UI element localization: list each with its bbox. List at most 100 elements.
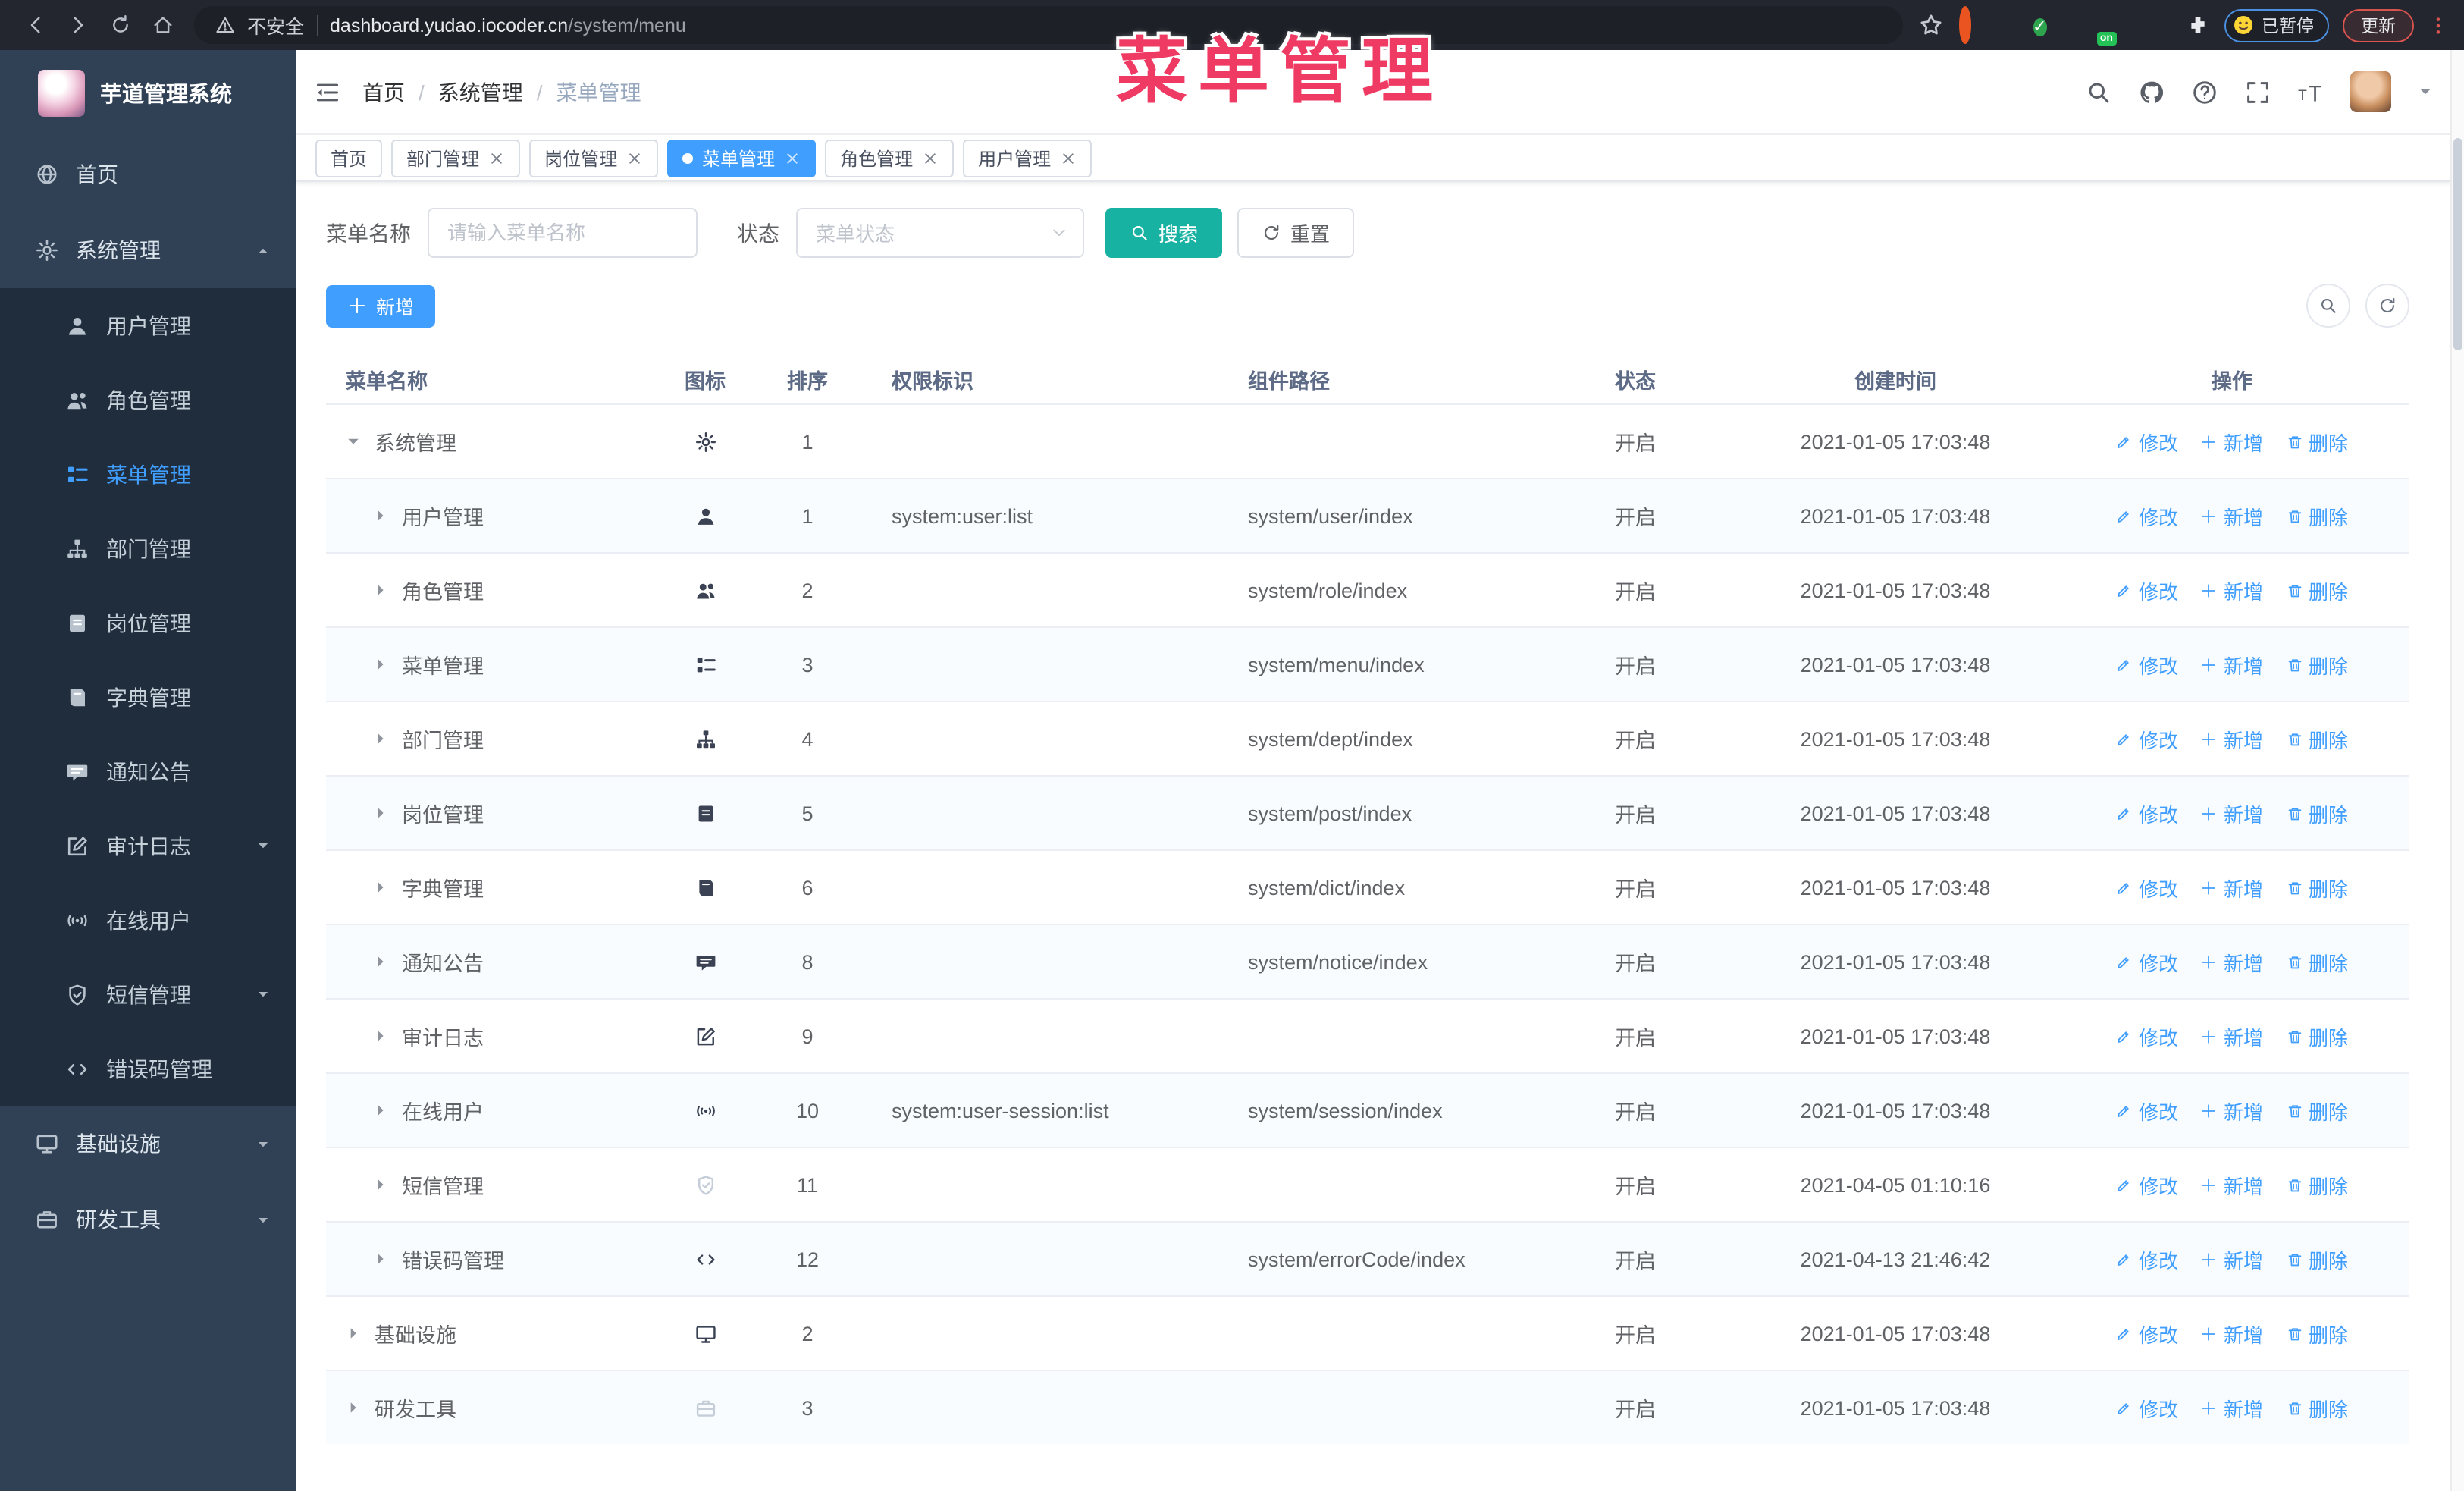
sidebar-item[interactable]: 部门管理	[0, 511, 296, 585]
close-icon[interactable]	[626, 149, 643, 166]
sidebar-item[interactable]: 基础设施	[0, 1106, 296, 1182]
edit-link[interactable]: 修改	[2116, 947, 2178, 976]
user-menu-caret-icon[interactable]	[2417, 83, 2434, 100]
add-child-link[interactable]: 新增	[2201, 1319, 2263, 1348]
delete-link[interactable]: 删除	[2286, 650, 2348, 679]
toggle-search-button[interactable]	[2306, 284, 2350, 328]
expand-caret-icon[interactable]	[371, 1250, 390, 1268]
edit-link[interactable]: 修改	[2116, 1393, 2178, 1422]
edit-link[interactable]: 修改	[2116, 501, 2178, 530]
expand-caret-icon[interactable]	[371, 730, 390, 748]
expand-caret-icon[interactable]	[371, 1176, 390, 1194]
tags-view-tab[interactable]: 部门管理	[391, 139, 521, 177]
page-scrollbar[interactable]	[2450, 50, 2464, 1491]
header-search-icon[interactable]	[2085, 78, 2112, 105]
browser-update-button[interactable]: 更新	[2343, 8, 2414, 42]
tags-view-tab[interactable]: 用户管理	[963, 139, 1092, 177]
font-size-icon[interactable]: TT	[2297, 78, 2324, 105]
add-child-link[interactable]: 新增	[2201, 427, 2263, 456]
browser-home-button[interactable]	[143, 5, 182, 45]
add-child-link[interactable]: 新增	[2201, 1170, 2263, 1199]
add-child-link[interactable]: 新增	[2201, 1393, 2263, 1422]
address-bar[interactable]: 不安全 dashboard.yudao.iocoder.cn/system/me…	[194, 6, 1902, 44]
expand-caret-icon[interactable]	[344, 1398, 362, 1417]
sidebar-item[interactable]: 系统管理	[0, 212, 296, 288]
extension-icon[interactable]	[2146, 12, 2172, 38]
expand-caret-icon[interactable]	[371, 953, 390, 971]
delete-link[interactable]: 删除	[2286, 1096, 2348, 1125]
delete-link[interactable]: 删除	[2286, 873, 2348, 902]
close-icon[interactable]	[488, 149, 505, 166]
add-child-link[interactable]: 新增	[2201, 1022, 2263, 1050]
fullscreen-icon[interactable]	[2244, 78, 2271, 105]
close-icon[interactable]	[922, 149, 939, 166]
add-child-link[interactable]: 新增	[2201, 576, 2263, 604]
expand-caret-icon[interactable]	[371, 581, 390, 599]
edit-link[interactable]: 修改	[2116, 724, 2178, 753]
sidebar-item[interactable]: 菜单管理	[0, 437, 296, 511]
delete-link[interactable]: 删除	[2286, 799, 2348, 827]
tags-view-tab[interactable]: 首页	[315, 139, 383, 177]
add-child-link[interactable]: 新增	[2201, 1245, 2263, 1273]
expand-caret-icon[interactable]	[371, 655, 390, 673]
delete-link[interactable]: 删除	[2286, 501, 2348, 530]
sidebar-item[interactable]: 首页	[0, 137, 296, 212]
expand-caret-icon[interactable]	[344, 1324, 362, 1342]
delete-link[interactable]: 删除	[2286, 1022, 2348, 1050]
delete-link[interactable]: 删除	[2286, 1245, 2348, 1273]
sidebar-item[interactable]: 错误码管理	[0, 1031, 296, 1106]
status-select[interactable]: 菜单状态	[796, 208, 1084, 258]
sidebar-toggle-icon[interactable]	[314, 78, 341, 105]
add-button[interactable]: 新增	[326, 284, 436, 327]
delete-link[interactable]: 删除	[2286, 427, 2348, 456]
breadcrumb-item-home[interactable]: 首页	[362, 77, 405, 107]
edit-link[interactable]: 修改	[2116, 1022, 2178, 1050]
sidebar-item[interactable]: 角色管理	[0, 363, 296, 437]
sidebar-item[interactable]: 在线用户	[0, 883, 296, 957]
add-child-link[interactable]: 新增	[2201, 724, 2263, 753]
add-child-link[interactable]: 新增	[2201, 650, 2263, 679]
tags-view-tab[interactable]: 菜单管理	[667, 139, 817, 177]
browser-forward-button[interactable]	[58, 5, 97, 45]
add-child-link[interactable]: 新增	[2201, 1096, 2263, 1125]
edit-link[interactable]: 修改	[2116, 576, 2178, 604]
add-child-link[interactable]: 新增	[2201, 799, 2263, 827]
delete-link[interactable]: 删除	[2286, 1319, 2348, 1348]
app-logo[interactable]: 芋道管理系统	[0, 50, 296, 137]
refresh-table-button[interactable]	[2365, 284, 2409, 328]
delete-link[interactable]: 删除	[2286, 947, 2348, 976]
add-child-link[interactable]: 新增	[2201, 501, 2263, 530]
extension-icon[interactable]	[1957, 6, 1983, 44]
add-child-link[interactable]: 新增	[2201, 873, 2263, 902]
breadcrumb-item-system[interactable]: 系统管理	[438, 77, 523, 107]
edit-link[interactable]: 修改	[2116, 873, 2178, 902]
help-icon[interactable]	[2191, 78, 2218, 105]
expand-caret-icon[interactable]	[371, 1101, 390, 1119]
browser-menu-icon[interactable]	[2428, 13, 2449, 37]
extension-icon[interactable]	[2108, 12, 2134, 38]
tags-view-tab[interactable]: 角色管理	[825, 139, 955, 177]
tags-view-tab[interactable]: 岗位管理	[529, 139, 659, 177]
edit-link[interactable]: 修改	[2116, 1319, 2178, 1348]
github-icon[interactable]	[2138, 78, 2165, 105]
puzzle-icon[interactable]	[2186, 14, 2209, 36]
expand-caret-icon[interactable]	[344, 432, 362, 450]
edit-link[interactable]: 修改	[2116, 1096, 2178, 1125]
edit-link[interactable]: 修改	[2116, 650, 2178, 679]
extension-icon[interactable]	[1995, 12, 2020, 38]
paused-extension-badge[interactable]: 已暂停	[2224, 8, 2329, 42]
edit-link[interactable]: 修改	[2116, 799, 2178, 827]
expand-caret-icon[interactable]	[371, 804, 390, 822]
add-child-link[interactable]: 新增	[2201, 947, 2263, 976]
browser-reload-button[interactable]	[100, 5, 140, 45]
close-icon[interactable]	[1060, 149, 1077, 166]
sidebar-item[interactable]: 通知公告	[0, 734, 296, 808]
expand-caret-icon[interactable]	[371, 878, 390, 896]
edit-link[interactable]: 修改	[2116, 427, 2178, 456]
delete-link[interactable]: 删除	[2286, 724, 2348, 753]
sidebar-item[interactable]: 用户管理	[0, 288, 296, 363]
expand-caret-icon[interactable]	[371, 507, 390, 525]
edit-link[interactable]: 修改	[2116, 1170, 2178, 1199]
user-avatar[interactable]	[2350, 71, 2391, 112]
sidebar-item[interactable]: 岗位管理	[0, 585, 296, 660]
